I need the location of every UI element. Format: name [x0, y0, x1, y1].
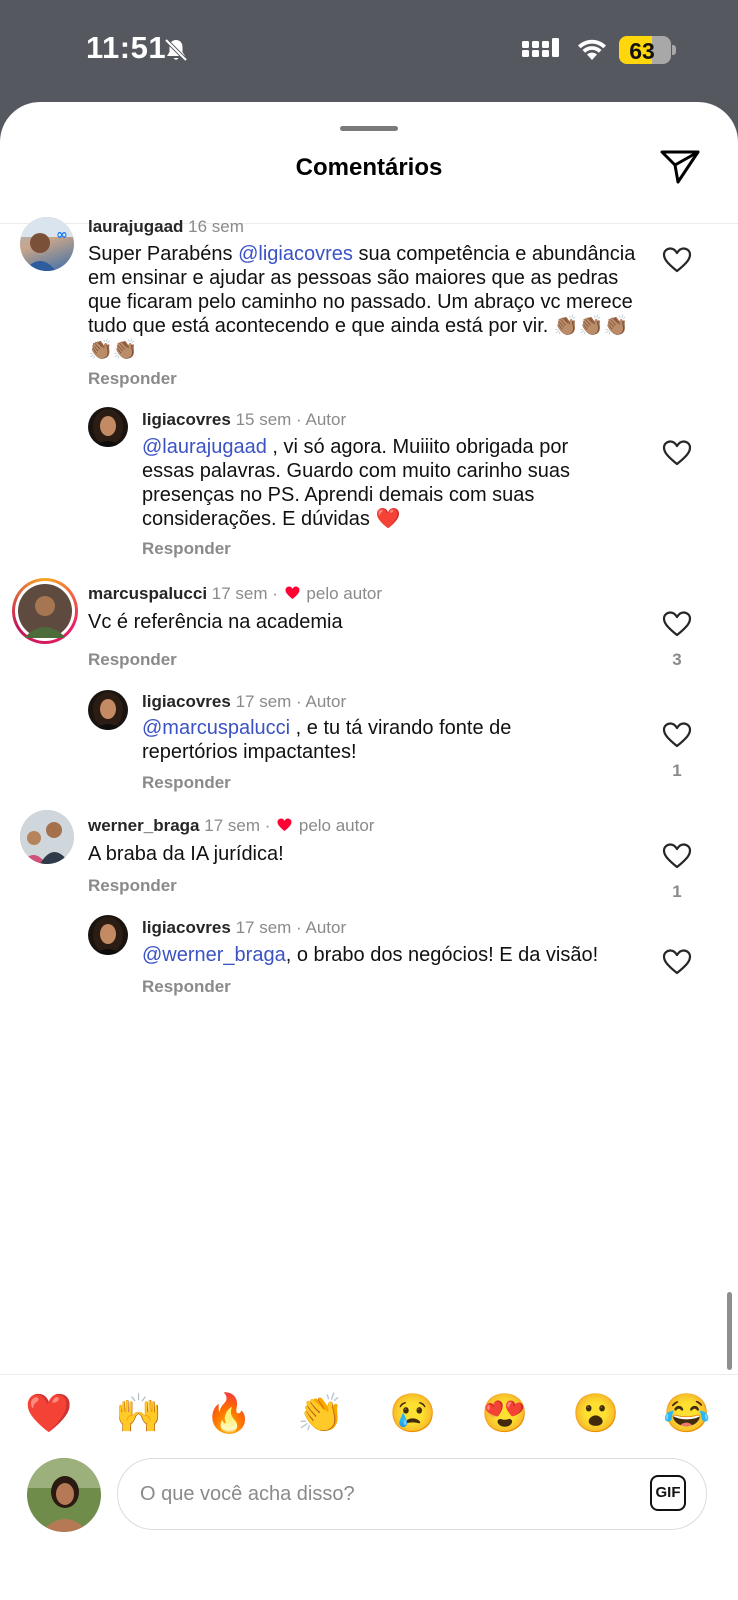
comment-text: @laurajugaad , vi só agora. Muiiito obri…: [142, 435, 622, 531]
reply-button[interactable]: Responder: [142, 539, 231, 559]
avatar-photo-icon: [93, 692, 123, 730]
comment-header: laurajugaad 16 sem: [88, 217, 244, 237]
reaction-surprised[interactable]: 😮: [572, 1392, 620, 1436]
reaction-heart[interactable]: ❤️: [25, 1392, 73, 1436]
avatar[interactable]: [88, 690, 128, 730]
my-avatar[interactable]: [27, 1458, 101, 1532]
bell-muted-icon: [164, 38, 188, 62]
like-heart-icon[interactable]: [662, 842, 692, 870]
comment-text: @marcuspalucci , e tu tá virando fonte d…: [142, 716, 602, 764]
like-heart-icon[interactable]: [662, 948, 692, 976]
avatar-story-ring[interactable]: [12, 578, 78, 644]
mention-link[interactable]: @laurajugaad: [142, 436, 267, 458]
svg-text:∞: ∞: [56, 227, 68, 243]
battery-indicator: 63: [619, 36, 671, 64]
reaction-fire[interactable]: 🔥: [205, 1392, 253, 1436]
author-badge: · Autor: [296, 692, 347, 711]
status-time: 11:51: [86, 30, 167, 65]
comment-header: ligiacovres 17 sem · Autor: [142, 918, 346, 938]
avatar-photo-icon: [18, 584, 72, 638]
avatar-photo-icon: [93, 409, 123, 447]
separator-dot: ·: [272, 584, 278, 603]
reaction-heart-eyes[interactable]: 😍: [481, 1392, 529, 1436]
username[interactable]: laurajugaad: [88, 217, 183, 236]
avatar[interactable]: ∞: [20, 217, 74, 271]
comment-time: 15 sem: [235, 410, 292, 429]
share-send-icon[interactable]: [658, 146, 702, 188]
separator-dot: ·: [264, 816, 271, 835]
mention-link[interactable]: @marcuspalucci: [142, 717, 290, 739]
reaction-crying[interactable]: 😢: [389, 1392, 437, 1436]
reaction-laughing[interactable]: 😂: [663, 1392, 711, 1436]
like-count[interactable]: 1: [662, 761, 692, 781]
like-heart-icon[interactable]: [662, 610, 692, 638]
mention-link[interactable]: @werner_braga: [142, 944, 286, 966]
liked-by-author-label: pelo autor: [298, 816, 375, 835]
like-count[interactable]: 3: [662, 650, 692, 670]
reply-button[interactable]: Responder: [142, 773, 231, 793]
comment-text: Super Parabéns @ligiacovres sua competên…: [88, 242, 648, 362]
avatar-photo-icon: [93, 917, 123, 955]
avatar[interactable]: [88, 407, 128, 447]
cellular-signal-icon: [522, 38, 559, 57]
like-heart-icon[interactable]: [662, 246, 692, 274]
avatar-photo-icon: ∞: [20, 217, 74, 271]
reactions-divider: [0, 1374, 738, 1375]
reaction-clap[interactable]: 👏: [297, 1392, 345, 1436]
reaction-raised-hands[interactable]: 🙌: [115, 1392, 163, 1436]
comment-time: 16 sem: [188, 217, 244, 236]
sheet-grabber[interactable]: [340, 126, 398, 131]
comment-input[interactable]: O que você acha disso? GIF: [117, 1458, 707, 1530]
username[interactable]: werner_braga: [88, 816, 200, 835]
author-badge: · Autor: [296, 918, 347, 937]
username[interactable]: ligiacovres: [142, 410, 231, 429]
status-bar: 11:51 63: [0, 0, 738, 100]
comment-header: ligiacovres 15 sem · Autor: [142, 410, 346, 430]
comment-text-part: , o brabo dos negócios! E da visão!: [285, 944, 599, 966]
comment-text: @werner_braga, o brabo dos negócios! E d…: [142, 943, 642, 967]
liked-by-author-heart-icon: [285, 586, 300, 599]
scrollbar-thumb[interactable]: [727, 1292, 732, 1370]
avatar[interactable]: [20, 810, 74, 864]
battery-tip: [672, 45, 676, 55]
reply-button[interactable]: Responder: [142, 977, 231, 997]
comment-text: Vc é referência na academia: [88, 611, 343, 633]
reply-button[interactable]: Responder: [88, 369, 177, 389]
comment-time: 17 sem: [211, 584, 268, 603]
comment-header: werner_braga 17 sem · pelo autor: [88, 816, 374, 836]
author-badge: · Autor: [296, 410, 347, 429]
username[interactable]: ligiacovres: [142, 918, 231, 937]
comment-time: 17 sem: [235, 918, 292, 937]
avatar[interactable]: [88, 915, 128, 955]
username[interactable]: marcuspalucci: [88, 584, 207, 603]
wifi-icon: [578, 39, 606, 60]
like-heart-icon[interactable]: [662, 439, 692, 467]
reply-button[interactable]: Responder: [88, 876, 177, 896]
sheet-title: Comentários: [295, 154, 443, 181]
mention-link[interactable]: @ligiacovres: [238, 243, 353, 265]
battery-percent: 63: [629, 38, 655, 64]
comment-text-part: Super Parabéns: [88, 243, 239, 265]
like-count[interactable]: 1: [662, 882, 692, 902]
avatar-photo-icon: [20, 810, 74, 864]
comment-input-placeholder: O que você acha disso?: [140, 1483, 355, 1505]
gif-button[interactable]: GIF: [650, 1475, 686, 1511]
reply-button[interactable]: Responder: [88, 650, 177, 670]
comment-time: 17 sem: [204, 816, 260, 835]
liked-by-author-heart-icon: [277, 818, 292, 831]
comment-text: A braba da IA jurídica!: [88, 843, 284, 865]
like-heart-icon[interactable]: [662, 721, 692, 749]
comment-header: ligiacovres 17 sem · Autor: [142, 692, 346, 712]
comment-header: marcuspalucci 17 sem · pelo autor: [88, 584, 382, 604]
liked-by-author-label: pelo autor: [306, 584, 383, 603]
comments-sheet: Comentários ∞ laurajugaad 16 sem Super P…: [0, 102, 738, 1600]
comment-time: 17 sem: [235, 692, 292, 711]
username[interactable]: ligiacovres: [142, 692, 231, 711]
avatar-photo-icon: [27, 1458, 101, 1532]
